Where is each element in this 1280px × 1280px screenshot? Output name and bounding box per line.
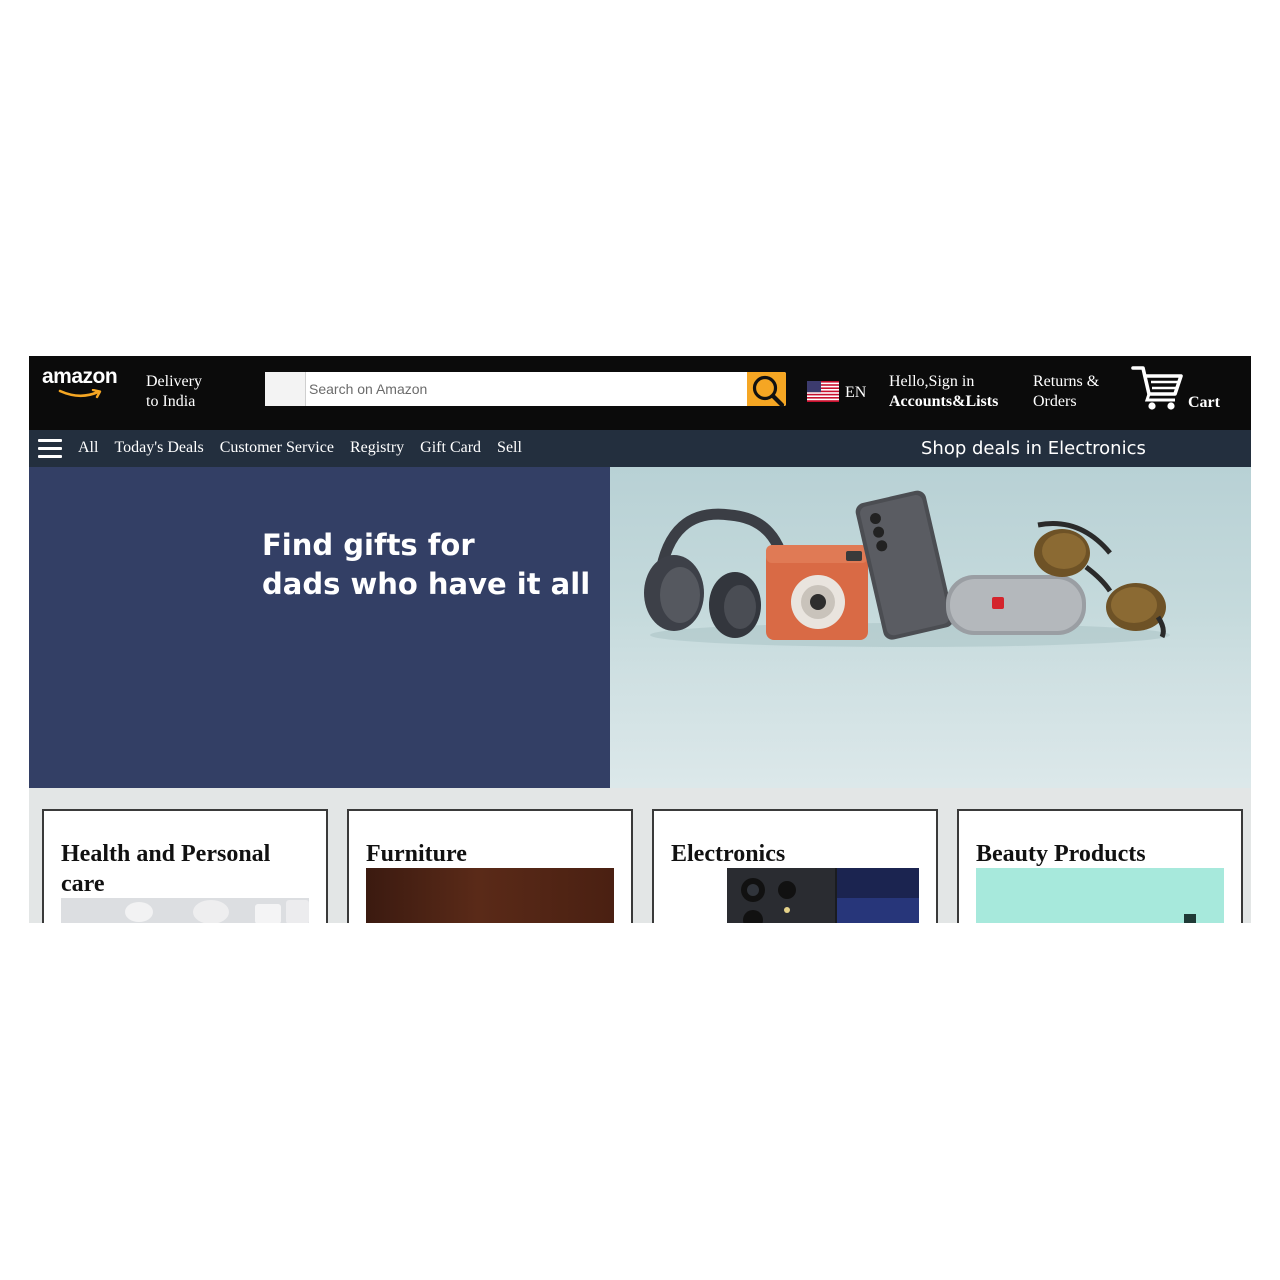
search-bar	[265, 372, 786, 407]
account-lists[interactable]: Hello,Sign in Accounts&Lists	[889, 372, 998, 412]
logo-text: amazon	[42, 365, 118, 388]
returns-line2: Orders	[1033, 393, 1077, 410]
returns-line1: Returns &	[1033, 373, 1100, 390]
delivery-line2: to India	[146, 393, 196, 410]
search-button[interactable]	[747, 372, 786, 407]
delivery-location[interactable]: Delivery to India	[146, 372, 202, 412]
category-title: Health and Personal care	[61, 841, 271, 897]
account-greeting: Hello,Sign in	[889, 373, 975, 390]
category-card-beauty[interactable]: Beauty Products	[957, 809, 1243, 923]
headphones-image	[644, 508, 792, 638]
amazon-logo[interactable]: amazon	[42, 365, 124, 407]
shop-deals-link[interactable]: Shop deals in Electronics	[921, 438, 1146, 459]
amazon-page: amazon Delivery to India Search on Amazo…	[29, 356, 1251, 923]
subnav-gift-card[interactable]: Gift Card	[420, 439, 481, 457]
search-category-dropdown[interactable]	[265, 372, 306, 406]
secondary-navbar: All Today's Deals Customer Service Regis…	[29, 430, 1251, 467]
health-product-image	[61, 898, 309, 923]
hero-banner[interactable]: Find gifts for dads who have it all	[29, 467, 1251, 788]
search-input[interactable]	[306, 372, 746, 406]
account-lists-label: Accounts&Lists	[889, 393, 999, 410]
hero-line1: Find gifts for	[262, 528, 475, 562]
search-icon	[752, 375, 785, 407]
instant-camera-image	[766, 545, 868, 640]
hero-product-image	[610, 467, 1251, 788]
category-card-furniture[interactable]: Furniture	[347, 809, 633, 923]
category-card-electronics[interactable]: Electronics	[652, 809, 938, 923]
language-code: EN	[845, 384, 867, 401]
beauty-product-image	[976, 868, 1224, 923]
hero-headline: Find gifts for dads who have it all	[262, 526, 592, 604]
smartphone-image	[855, 490, 954, 640]
subnav-customer-service[interactable]: Customer Service	[220, 439, 334, 457]
bluetooth-speaker-image	[946, 575, 1086, 635]
cart-label: Cart	[1188, 394, 1220, 411]
furniture-product-image	[366, 868, 614, 923]
subnav-links: All Today's Deals Customer Service Regis…	[78, 439, 538, 457]
us-flag-icon	[807, 381, 839, 402]
category-card-health[interactable]: Health and Personal care	[42, 809, 328, 923]
subnav-all[interactable]: All	[78, 439, 98, 457]
hero-text-panel: Find gifts for dads who have it all	[29, 467, 610, 788]
returns-orders[interactable]: Returns & Orders	[1033, 372, 1099, 412]
category-title: Furniture	[366, 841, 467, 867]
subnav-registry[interactable]: Registry	[350, 439, 404, 457]
category-title: Beauty Products	[976, 841, 1146, 867]
hamburger-menu-icon[interactable]	[38, 439, 62, 459]
gift-products-illustration	[644, 490, 1170, 647]
cart-button[interactable]: Cart	[1131, 364, 1231, 414]
top-navbar: amazon Delivery to India Search on Amazo…	[29, 356, 1251, 430]
hero-line2: dads who have it all	[262, 567, 591, 601]
subnav-sell[interactable]: Sell	[497, 439, 522, 457]
smile-arrow-icon	[58, 389, 102, 399]
electronics-product-image	[727, 868, 919, 923]
subnav-todays-deals[interactable]: Today's Deals	[114, 439, 203, 457]
delivery-line1: Delivery	[146, 373, 202, 390]
category-title: Electronics	[671, 841, 786, 867]
cart-icon	[1131, 366, 1183, 410]
